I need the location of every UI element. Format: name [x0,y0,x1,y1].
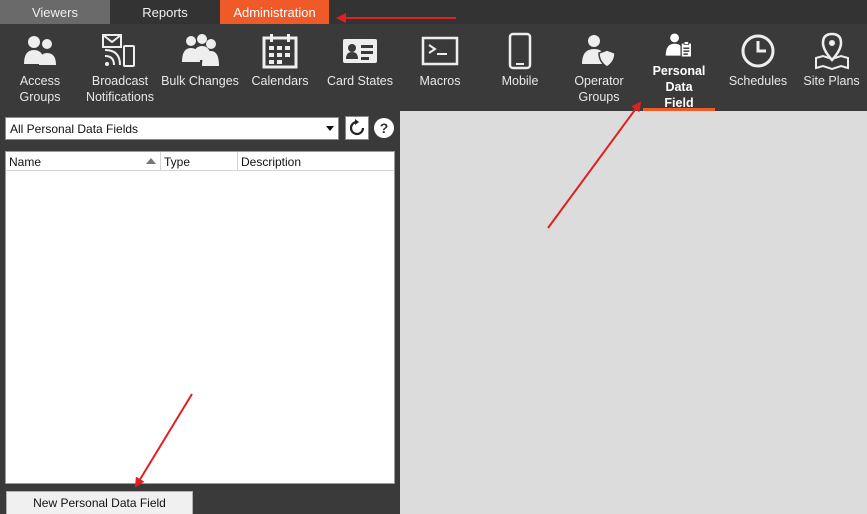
refresh-button[interactable] [345,116,369,140]
broadcast-icon [102,34,135,67]
refresh-icon [349,119,365,136]
top-tab-bar: Viewers Reports Administration [0,0,867,24]
new-personal-data-field-button[interactable]: New Personal Data Field [6,491,193,514]
clock-icon [741,34,775,68]
ribbon-access-groups[interactable]: Access Groups [0,24,80,111]
personal-data-field-list-panel: All Personal Data Fields ? Name Type Des… [0,111,400,514]
ribbon-calendars[interactable]: Calendars [240,24,320,111]
ribbon-label: Mobile [501,74,539,88]
ribbon-label: Broadcast Notifications [85,74,155,104]
ribbon-label: Bulk Changes [161,74,239,88]
ribbon-label: Site Plans [803,74,860,88]
help-button[interactable]: ? [374,118,394,138]
column-header-name[interactable]: Name [6,152,161,171]
bulk-people-icon [182,34,219,66]
help-icon: ? [379,120,389,136]
ribbon-broadcast-notifications[interactable]: Broadcast Notifications [80,24,160,111]
ribbon-label: Schedules [728,74,788,88]
map-pin-icon [814,32,849,70]
sort-ascending-icon [146,158,156,164]
operator-shield-icon [582,35,616,68]
ribbon-schedules[interactable]: Schedules [720,24,796,111]
tab-reports[interactable]: Reports [110,0,220,24]
ribbon-operator-groups[interactable]: Operator Groups [560,24,638,111]
chevron-down-icon [326,126,334,131]
ribbon-label: Macros [419,74,461,88]
ribbon-label: Calendars [251,74,309,88]
ribbon-macros[interactable]: Macros [400,24,480,111]
column-header-description[interactable]: Description [238,152,394,171]
admin-ribbon: Access Groups Broadcast Notifications Bu… [0,24,867,111]
mobile-phone-icon [508,32,532,70]
ribbon-label: Personal Data Field [652,64,706,110]
ribbon-label: Card States [326,74,393,88]
person-clipboard-icon [665,33,693,58]
calendar-icon [262,34,298,69]
column-header-type[interactable]: Type [161,152,238,171]
terminal-icon [421,36,459,66]
personal-data-field-filter-dropdown[interactable]: All Personal Data Fields [5,117,339,140]
ribbon-mobile[interactable]: Mobile [480,24,560,111]
filter-selected-value: All Personal Data Fields [10,121,139,136]
people-group-icon [24,36,56,65]
ribbon-personal-data-field[interactable]: Personal Data Field [638,24,720,111]
ribbon-label: Access Groups [19,74,61,104]
grid-header: Name Type Description [6,152,394,171]
ribbon-card-states[interactable]: Card States [320,24,400,111]
ribbon-bulk-changes[interactable]: Bulk Changes [160,24,240,111]
ribbon-site-plans[interactable]: Site Plans [796,24,867,111]
id-card-icon [343,39,377,63]
tab-administration[interactable]: Administration [220,0,329,24]
tab-viewers[interactable]: Viewers [0,0,110,24]
detail-pane [400,111,867,514]
personal-data-field-grid: Name Type Description [5,151,395,484]
ribbon-label: Operator Groups [574,74,624,104]
